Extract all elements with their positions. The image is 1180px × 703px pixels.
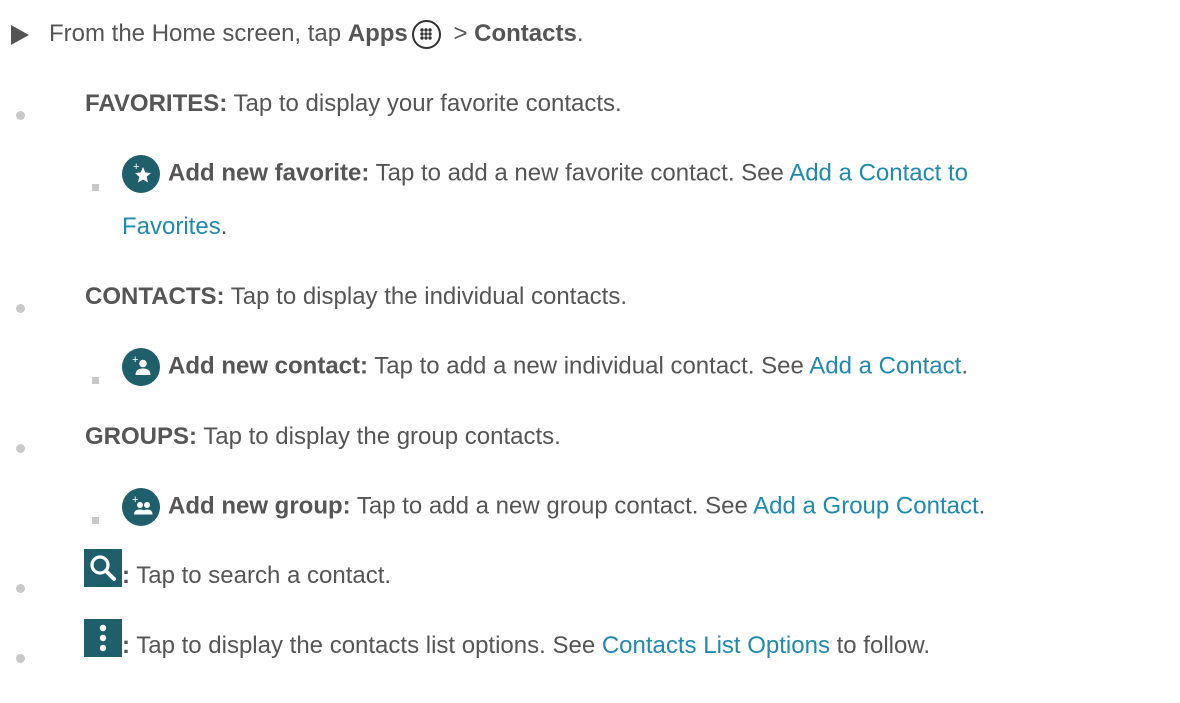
search-icon[interactable] — [84, 549, 122, 587]
groups-label: GROUPS: — [85, 423, 198, 450]
dot-bullet — [0, 99, 40, 127]
favorites-link[interactable]: Favorites — [122, 213, 221, 240]
separator: > — [446, 20, 475, 47]
add-contact-label: Add new contact: — [168, 352, 369, 380]
contacts-list-options-link[interactable]: Contacts List Options — [602, 632, 830, 659]
add-a-contact-link[interactable]: Add a Contact — [809, 352, 961, 379]
dot-bullet — [0, 572, 40, 600]
favorites-label: FAVORITES: — [85, 90, 228, 117]
svg-text:+: + — [133, 161, 139, 173]
more-options-colon: : — [122, 632, 130, 660]
add-contact-icon[interactable]: + — [122, 348, 160, 386]
intro-text: From the Home screen, tap — [49, 20, 348, 47]
square-bullet — [75, 170, 115, 198]
search-colon: : — [122, 562, 130, 590]
apps-label: Apps — [347, 20, 408, 47]
square-bullet — [75, 363, 115, 391]
contacts-item-label: CONTACTS: — [85, 283, 225, 310]
add-a-group-contact-link[interactable]: Add a Group Contact — [753, 492, 978, 519]
more-options-icon[interactable] — [84, 619, 122, 657]
apps-grid-icon — [411, 20, 441, 50]
add-favorite-label: Add new favorite: — [168, 159, 370, 187]
svg-text:+: + — [132, 354, 138, 366]
contacts-label: Contacts — [474, 20, 577, 47]
add-group-label: Add new group: — [168, 492, 351, 520]
add-contact-to-favorites-link[interactable]: Add a Contact to — [789, 159, 968, 186]
dot-bullet — [0, 432, 40, 460]
add-favorite-icon[interactable]: + — [122, 155, 160, 193]
add-group-icon[interactable]: + — [122, 488, 160, 526]
dot-bullet — [0, 642, 40, 670]
square-bullet — [75, 503, 115, 531]
arrow-bullet — [0, 24, 40, 52]
dot-bullet — [0, 292, 40, 320]
